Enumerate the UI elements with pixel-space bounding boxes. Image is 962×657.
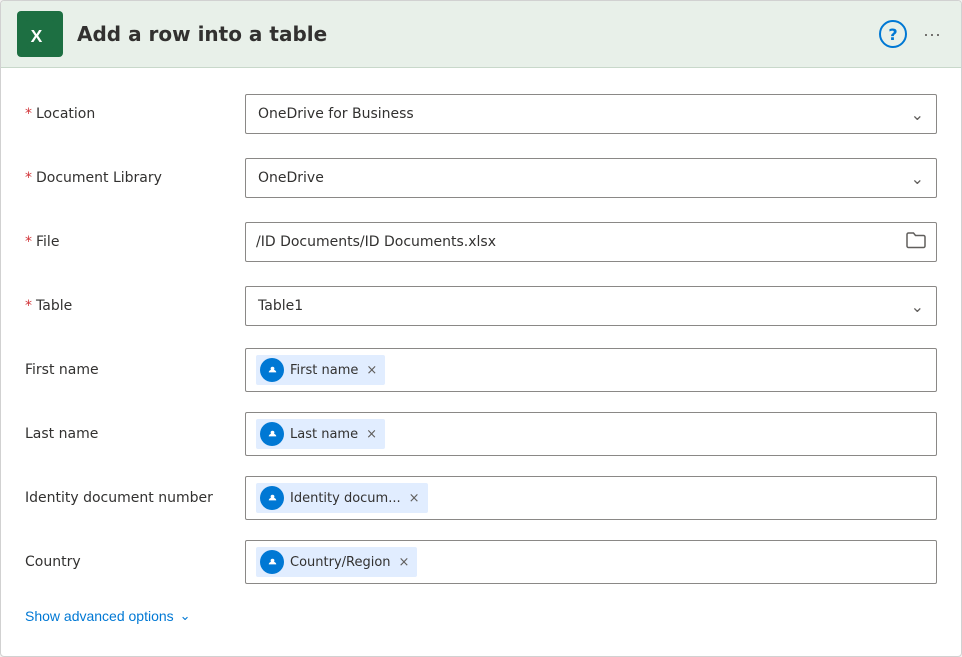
first-name-tag-text: First name xyxy=(290,363,358,378)
location-dropdown[interactable]: OneDrive for Business ⌄ xyxy=(245,94,937,134)
form-content: *Location OneDrive for Business ⌄ *Docum… xyxy=(1,68,961,656)
identity-document-tag: Identity docum... × xyxy=(256,483,428,513)
chevron-down-icon: ⌄ xyxy=(911,169,924,188)
table-value: Table1 xyxy=(258,298,303,314)
table-control: Table1 ⌄ xyxy=(245,286,937,326)
identity-document-label: Identity document number xyxy=(25,490,245,506)
document-library-label: *Document Library xyxy=(25,170,245,186)
document-library-control: OneDrive ⌄ xyxy=(245,158,937,198)
excel-icon: X xyxy=(17,11,63,57)
header-left: X Add a row into a table xyxy=(17,11,327,57)
location-control: OneDrive for Business ⌄ xyxy=(245,94,937,134)
chevron-down-icon: ⌄ xyxy=(911,297,924,316)
identity-document-field[interactable]: Identity docum... × xyxy=(245,476,937,520)
last-name-remove-button[interactable]: × xyxy=(366,427,377,442)
last-name-label: Last name xyxy=(25,426,245,442)
header-actions: ? ··· xyxy=(879,20,945,49)
first-name-field[interactable]: First name × xyxy=(245,348,937,392)
country-control: Country/Region × xyxy=(245,540,937,584)
last-name-tag: Last name × xyxy=(256,419,385,449)
required-star: * xyxy=(25,106,32,122)
first-name-control: First name × xyxy=(245,348,937,392)
token-icon xyxy=(260,422,284,446)
first-name-tag: First name × xyxy=(256,355,385,385)
last-name-control: Last name × xyxy=(245,412,937,456)
help-button[interactable]: ? xyxy=(879,20,907,48)
folder-icon xyxy=(906,231,926,254)
token-icon xyxy=(260,358,284,382)
header: X Add a row into a table ? ··· xyxy=(1,1,961,68)
document-library-value: OneDrive xyxy=(258,170,324,186)
first-name-row: First name First name × xyxy=(25,344,937,396)
show-advanced-label: Show advanced options xyxy=(25,608,174,624)
last-name-field[interactable]: Last name × xyxy=(245,412,937,456)
first-name-label: First name xyxy=(25,362,245,378)
identity-document-remove-button[interactable]: × xyxy=(409,491,420,506)
document-library-dropdown[interactable]: OneDrive ⌄ xyxy=(245,158,937,198)
required-star: * xyxy=(25,170,32,186)
last-name-tag-text: Last name xyxy=(290,427,358,442)
required-star: * xyxy=(25,298,32,314)
required-star: * xyxy=(25,234,32,250)
main-card: X Add a row into a table ? ··· *Location… xyxy=(0,0,962,657)
show-advanced-button[interactable]: Show advanced options ⌄ xyxy=(25,604,191,628)
file-label: *File xyxy=(25,234,245,250)
country-tag-text: Country/Region xyxy=(290,555,391,570)
country-label: Country xyxy=(25,554,245,570)
identity-document-row: Identity document number Identity docum.… xyxy=(25,472,937,524)
location-row: *Location OneDrive for Business ⌄ xyxy=(25,88,937,140)
file-row: *File /ID Documents/ID Documents.xlsx xyxy=(25,216,937,268)
country-field[interactable]: Country/Region × xyxy=(245,540,937,584)
first-name-remove-button[interactable]: × xyxy=(366,363,377,378)
country-tag: Country/Region × xyxy=(256,547,417,577)
token-icon xyxy=(260,550,284,574)
identity-document-control: Identity docum... × xyxy=(245,476,937,520)
file-control: /ID Documents/ID Documents.xlsx xyxy=(245,222,937,262)
location-value: OneDrive for Business xyxy=(258,106,414,122)
chevron-down-icon: ⌄ xyxy=(911,105,924,124)
token-icon xyxy=(260,486,284,510)
table-dropdown[interactable]: Table1 ⌄ xyxy=(245,286,937,326)
identity-document-tag-text: Identity docum... xyxy=(290,491,401,506)
svg-text:X: X xyxy=(31,26,43,46)
file-field[interactable]: /ID Documents/ID Documents.xlsx xyxy=(245,222,937,262)
location-label: *Location xyxy=(25,106,245,122)
more-options-button[interactable]: ··· xyxy=(919,20,945,49)
file-value: /ID Documents/ID Documents.xlsx xyxy=(256,234,496,250)
country-remove-button[interactable]: × xyxy=(399,555,410,570)
table-label: *Table xyxy=(25,298,245,314)
country-row: Country Country/Region × xyxy=(25,536,937,588)
document-library-row: *Document Library OneDrive ⌄ xyxy=(25,152,937,204)
last-name-row: Last name Last name × xyxy=(25,408,937,460)
table-row: *Table Table1 ⌄ xyxy=(25,280,937,332)
page-title: Add a row into a table xyxy=(77,22,327,46)
chevron-down-icon: ⌄ xyxy=(180,608,191,624)
